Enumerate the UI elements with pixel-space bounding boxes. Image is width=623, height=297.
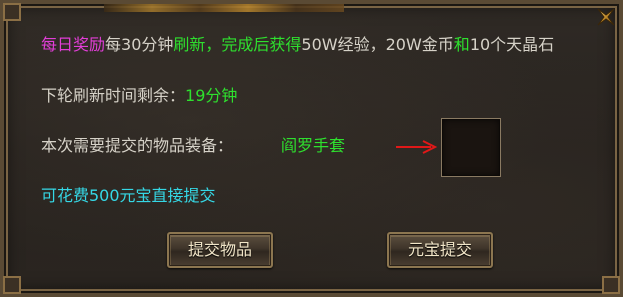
- refresh-interval: 30分钟: [121, 35, 174, 54]
- refresh-timer: 下轮刷新时间剩余：19分钟: [41, 86, 237, 106]
- submit-item-button[interactable]: 提交物品: [167, 232, 273, 268]
- reward-crystals: 10个天晶石: [469, 35, 555, 54]
- required-item-label: 本次需要提交的物品装备：: [41, 136, 234, 155]
- reward-and: 和: [453, 35, 470, 54]
- item-submit-slot[interactable]: [441, 118, 501, 177]
- close-x-icon: [597, 8, 615, 26]
- refresh-text: 刷新，完成后获得: [173, 35, 302, 54]
- reward-text: 每: [105, 35, 122, 54]
- yuanbao-submit-button[interactable]: 元宝提交: [387, 232, 493, 268]
- reward-exp-gold: 50W经验，20W金币: [301, 35, 454, 54]
- corner-ornament: [602, 276, 620, 294]
- required-item-row: 本次需要提交的物品装备：: [41, 136, 233, 156]
- corner-ornament: [3, 276, 21, 294]
- daily-reward-label: 每日奖励: [41, 35, 106, 54]
- timer-label: 下轮刷新时间剩余：: [41, 86, 186, 105]
- right-arrow-icon: [396, 140, 437, 154]
- timer-value: 19分钟: [185, 86, 238, 105]
- alt-cost-text: 可花费500元宝直接提交: [41, 186, 216, 205]
- decorative-top-strip: [104, 4, 344, 12]
- reward-description: 每日奖励每30分钟刷新，完成后获得50W经验，20W金币和10个天晶石: [41, 35, 554, 55]
- reward-dialog: 每日奖励每30分钟刷新，完成后获得50W经验，20W金币和10个天晶石 下轮刷新…: [0, 0, 623, 297]
- close-button[interactable]: [595, 6, 617, 28]
- corner-ornament: [3, 3, 21, 21]
- required-item-name: 阎罗手套: [281, 136, 346, 155]
